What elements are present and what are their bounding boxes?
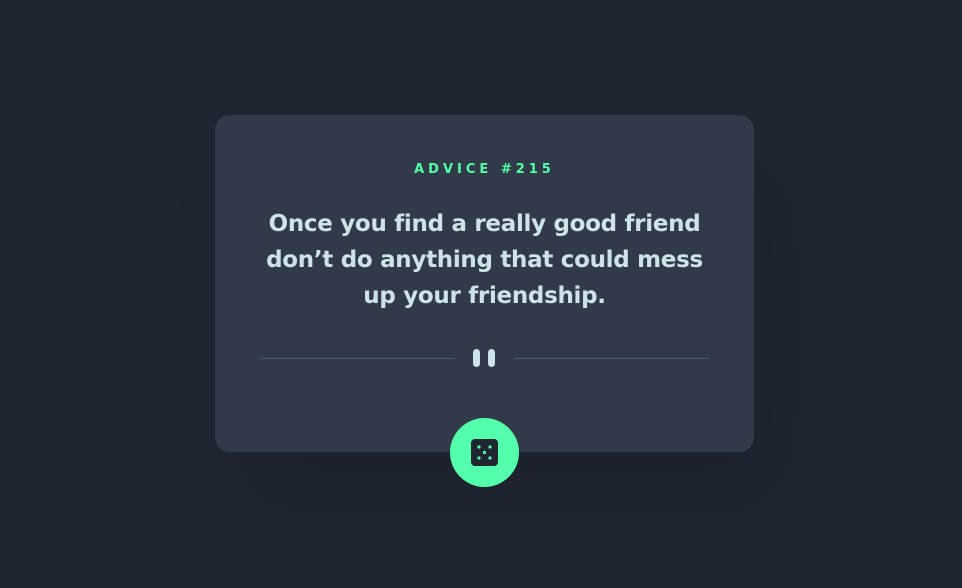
divider-line-right (514, 358, 709, 359)
pattern-divider (260, 348, 709, 368)
dice-icon (471, 439, 498, 466)
generate-advice-button[interactable] (450, 418, 519, 487)
advice-id-label: ADVICE #215 (414, 162, 555, 177)
divider-line-left (260, 358, 455, 359)
pause-icon (472, 349, 498, 367)
advice-quote: Once you find a really good friend don’t… (266, 211, 703, 309)
advice-card: ADVICE #215 Once you find a really good … (215, 115, 754, 487)
